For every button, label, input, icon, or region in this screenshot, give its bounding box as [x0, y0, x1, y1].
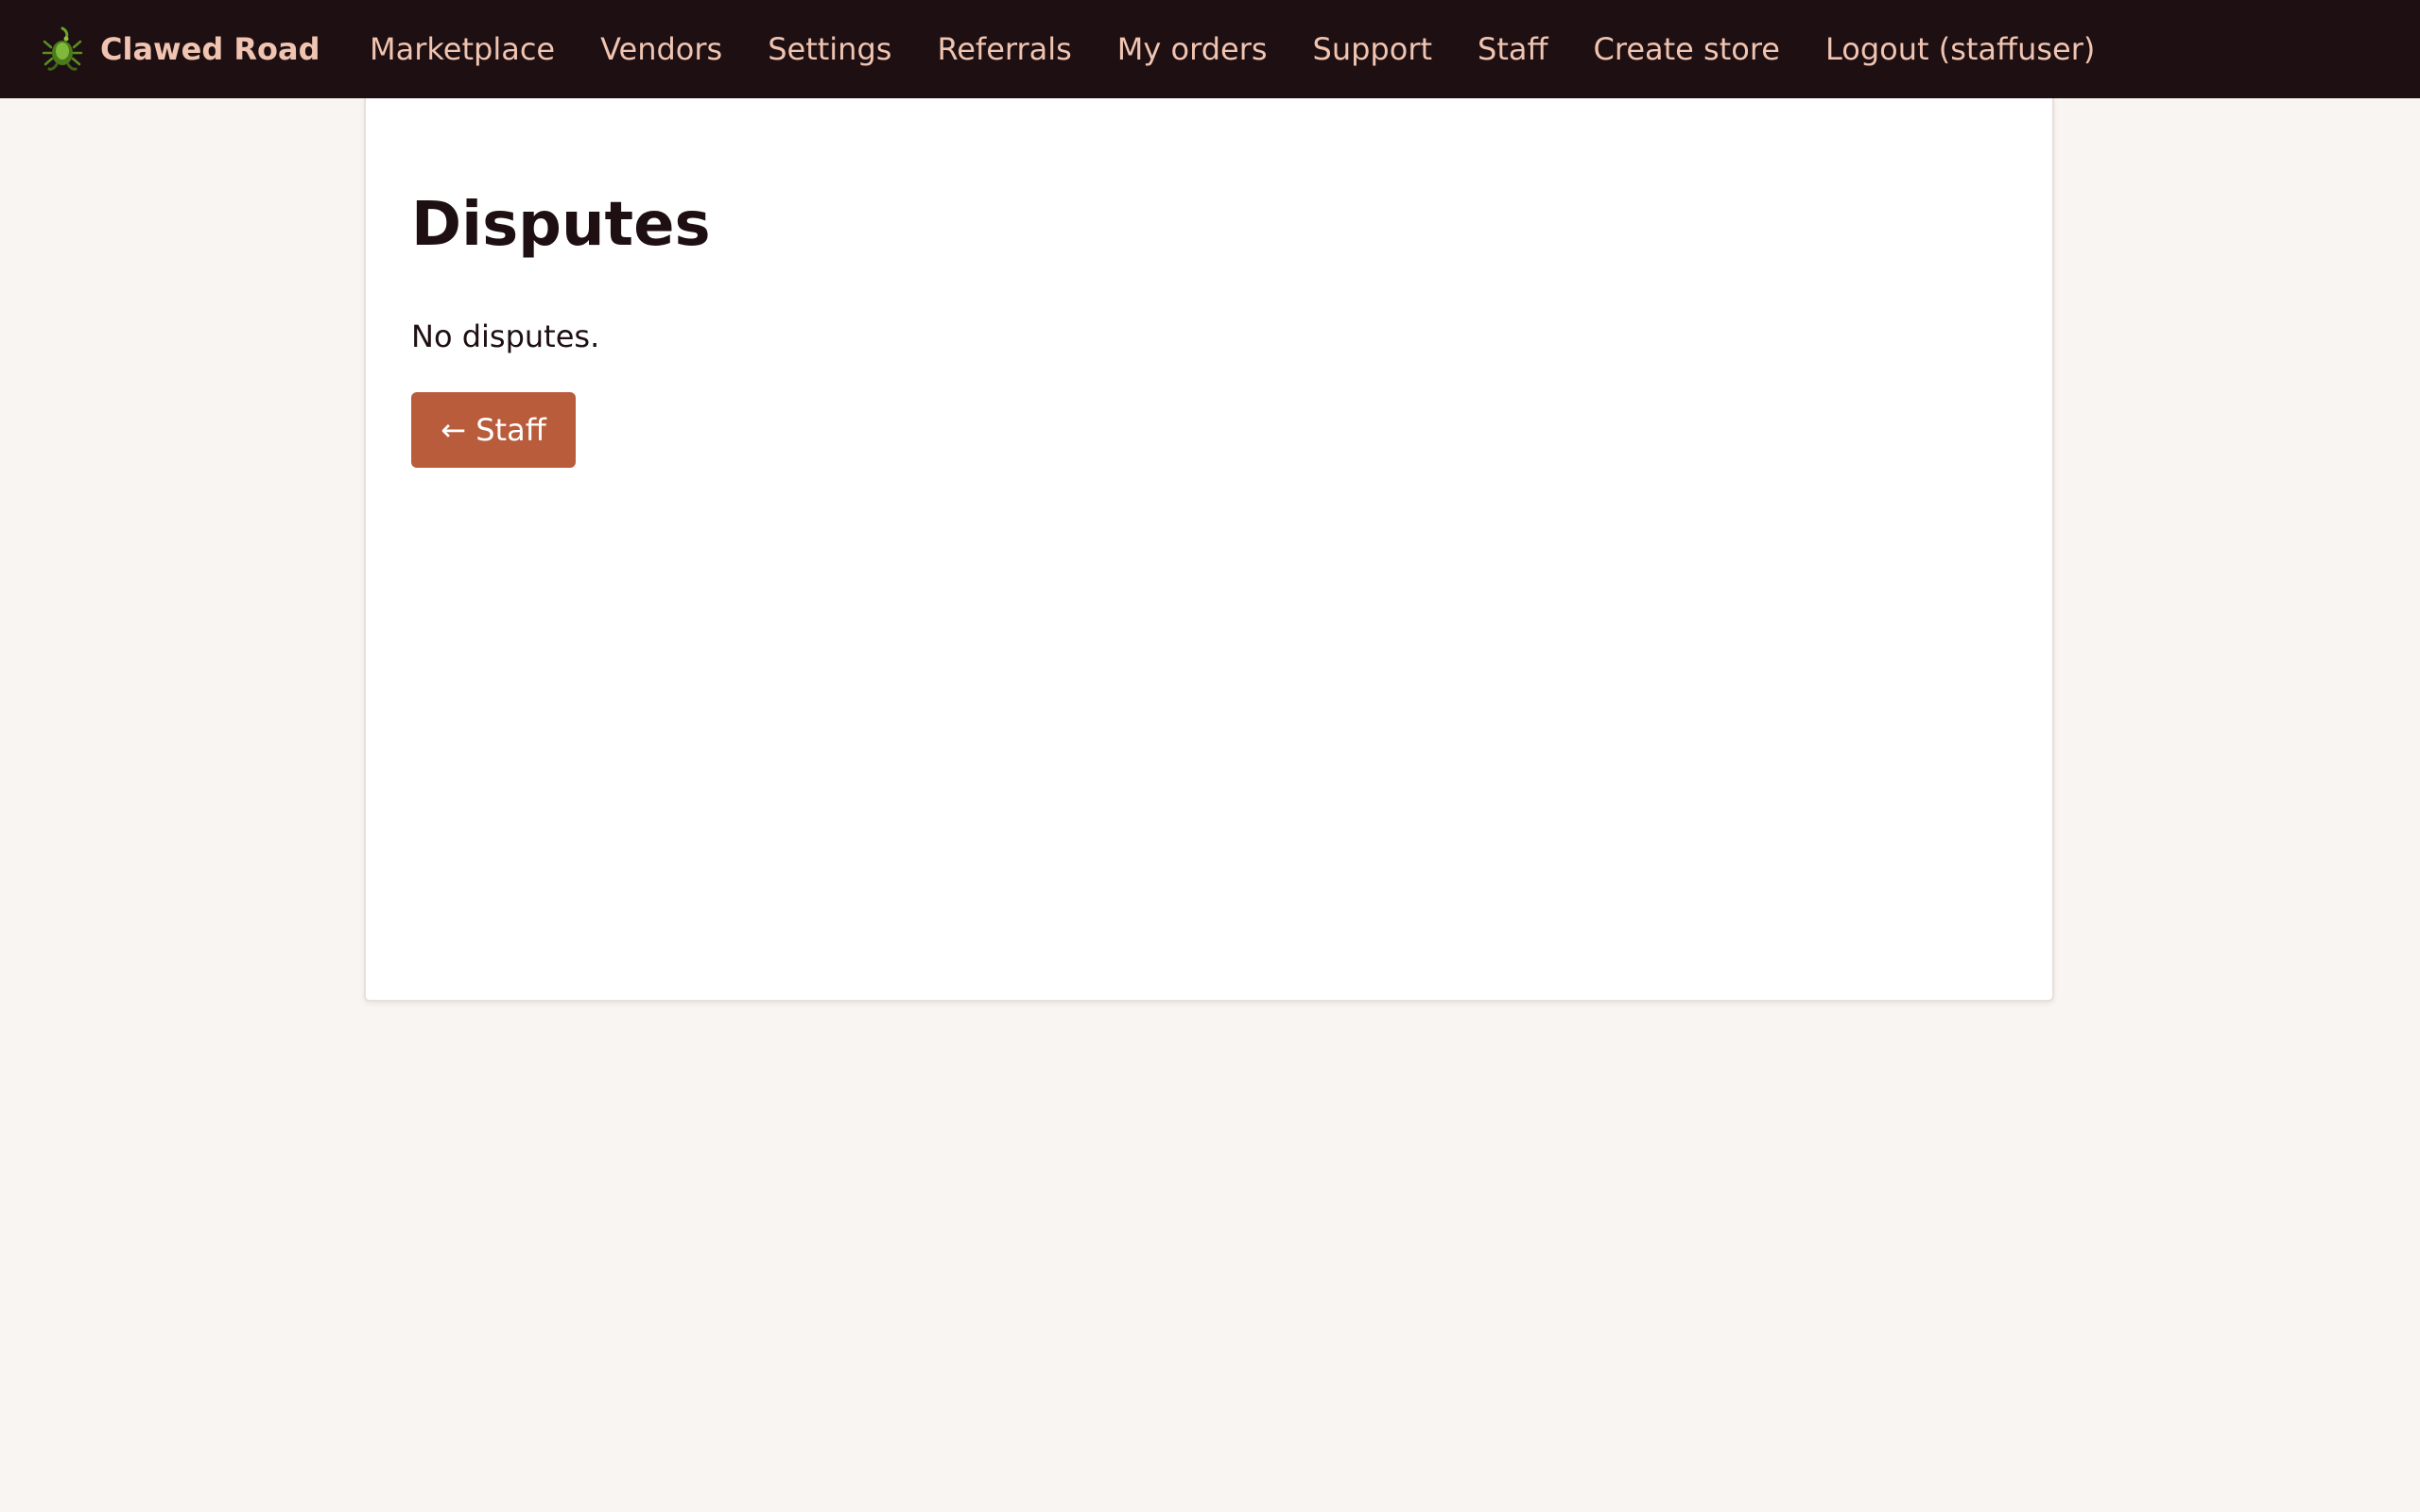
nav-item-logout[interactable]: Logout (staffuser) — [1825, 31, 2095, 67]
brand-name: Clawed Road — [100, 31, 320, 67]
nav-item-staff[interactable]: Staff — [1478, 31, 1548, 67]
brand-home-link[interactable]: Clawed Road — [42, 21, 320, 77]
top-navigation-bar: Clawed Road Marketplace Vendors Settings… — [0, 0, 2420, 98]
scorpion-logo-icon — [42, 26, 83, 71]
empty-state-message: No disputes. — [411, 318, 600, 354]
nav-item-my-orders[interactable]: My orders — [1117, 31, 1268, 67]
nav-item-vendors[interactable]: Vendors — [600, 31, 722, 67]
back-to-staff-button[interactable]: ← Staff — [411, 392, 576, 468]
disputes-card: Disputes No disputes. ← Staff — [364, 98, 2054, 1002]
page-title: Disputes — [411, 190, 711, 260]
nav-item-create-store[interactable]: Create store — [1594, 31, 1780, 67]
nav-item-marketplace[interactable]: Marketplace — [370, 31, 555, 67]
nav-item-settings[interactable]: Settings — [768, 31, 891, 67]
nav-item-referrals[interactable]: Referrals — [937, 31, 1071, 67]
nav-item-support[interactable]: Support — [1313, 31, 1433, 67]
main-nav: Marketplace Vendors Settings Referrals M… — [370, 0, 2140, 98]
